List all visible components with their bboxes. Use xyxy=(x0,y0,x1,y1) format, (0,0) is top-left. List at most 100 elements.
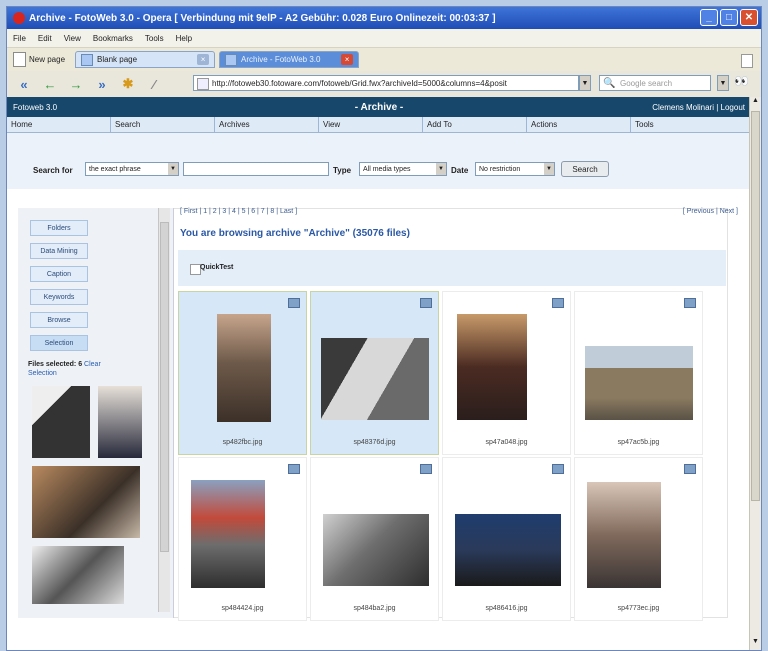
menu-view[interactable]: View xyxy=(319,117,423,132)
preview-icon[interactable] xyxy=(684,298,696,308)
search-dropdown-icon[interactable]: ▼ xyxy=(717,75,729,91)
menu-actions[interactable]: Actions xyxy=(527,117,631,132)
sidebar-browse[interactable]: Browse xyxy=(30,312,88,328)
sidebar-selection[interactable]: Selection xyxy=(30,335,88,351)
tab-archive[interactable]: Archive - FotoWeb 3.0 × xyxy=(219,51,360,68)
scroll-up-icon[interactable]: ▲ xyxy=(750,97,761,109)
thumbnail-cell[interactable]: sp48376d.jpg xyxy=(310,291,439,455)
search-field[interactable]: 🔍 Google search xyxy=(599,75,711,91)
previous-next-links[interactable]: [ Previous | Next ] xyxy=(683,208,738,215)
preview-icon[interactable] xyxy=(552,298,564,308)
menu-bookmarks[interactable]: Bookmarks xyxy=(93,34,133,43)
preview-icon[interactable] xyxy=(288,298,300,308)
new-page-label: New page xyxy=(29,55,66,64)
menu-help[interactable]: Help xyxy=(176,34,192,43)
selection-thumbnail[interactable] xyxy=(32,466,140,538)
preview-icon[interactable] xyxy=(684,464,696,474)
menu-home[interactable]: Home xyxy=(7,117,111,132)
tab-blank-page[interactable]: Blank page × xyxy=(75,51,216,68)
thumbnail-image[interactable] xyxy=(587,482,661,588)
new-page-button[interactable]: New page xyxy=(13,52,65,67)
preview-icon[interactable] xyxy=(552,464,564,474)
sidebar-data-mining[interactable]: Data Mining xyxy=(30,243,88,259)
sidebar-scrollbar[interactable] xyxy=(158,208,170,612)
sidebar-keywords[interactable]: Keywords xyxy=(30,289,88,305)
menu-add-to[interactable]: Add To xyxy=(423,117,527,132)
file-name[interactable]: sp47a048.jpg xyxy=(443,439,570,446)
reload-icon[interactable]: ✱ xyxy=(119,75,137,93)
close-button[interactable]: ✕ xyxy=(740,9,758,26)
thumbnail-cell[interactable]: sp47a048.jpg xyxy=(442,291,571,455)
thumbnail-cell[interactable]: sp47ac5b.jpg xyxy=(574,291,703,455)
file-name[interactable]: sp48376d.jpg xyxy=(311,439,438,446)
file-name[interactable]: sp47ac5b.jpg xyxy=(575,439,702,446)
thumbnail-image[interactable] xyxy=(455,514,561,586)
thumbnail-image[interactable] xyxy=(457,314,527,420)
thumbnail-image[interactable] xyxy=(323,514,429,586)
forward-arrow-icon[interactable]: → xyxy=(67,75,85,93)
thumbnail-image[interactable] xyxy=(585,346,693,420)
tab-label: Archive - FotoWeb 3.0 xyxy=(241,55,321,64)
thumbnail-image[interactable] xyxy=(217,314,271,422)
file-name[interactable]: sp4773ec.jpg xyxy=(575,605,702,612)
selection-thumbnail[interactable] xyxy=(98,386,142,458)
phrase-select[interactable]: the exact phrase ▼ xyxy=(85,162,179,176)
close-tab-icon[interactable]: × xyxy=(197,54,210,65)
sidebar: Folders Data Mining Caption Keywords Bro… xyxy=(18,208,174,618)
file-name[interactable]: sp482fbc.jpg xyxy=(179,439,306,446)
maximize-button[interactable]: □ xyxy=(720,9,738,26)
search-input[interactable] xyxy=(183,162,329,176)
thumbnail-cell[interactable]: sp484ba2.jpg xyxy=(310,457,439,621)
trash-icon[interactable] xyxy=(741,54,753,68)
phrase-value: the exact phrase xyxy=(89,165,141,173)
scroll-thumb[interactable] xyxy=(160,222,169,552)
address-field[interactable]: http://fotoweb30.fotoware.com/fotoweb/Gr… xyxy=(193,75,579,91)
menu-edit[interactable]: Edit xyxy=(38,34,52,43)
thumbnail-image[interactable] xyxy=(191,480,265,588)
menu-tools[interactable]: Tools xyxy=(631,117,751,132)
search-for-label: Search for xyxy=(33,166,73,175)
selection-info: Files selected: 6 Clear Selection xyxy=(28,360,128,378)
close-tab-icon[interactable]: × xyxy=(341,54,354,65)
back-icon[interactable]: « xyxy=(15,75,33,93)
file-name[interactable]: sp484ba2.jpg xyxy=(311,605,438,612)
thumbnail-cell[interactable]: sp486416.jpg xyxy=(442,457,571,621)
sidebar-folders[interactable]: Folders xyxy=(30,220,88,236)
file-name[interactable]: sp486416.jpg xyxy=(443,605,570,612)
search-bar: Search for the exact phrase ▼ Type All m… xyxy=(7,133,751,189)
selection-thumbnail[interactable] xyxy=(32,386,90,458)
sidebar-caption[interactable]: Caption xyxy=(30,266,88,282)
scroll-down-icon[interactable]: ▼ xyxy=(750,638,761,650)
preview-icon[interactable] xyxy=(420,464,432,474)
binoculars-icon[interactable]: 👀 xyxy=(734,74,749,88)
pagination[interactable]: [ First | 1 | 2 | 3 | 4 | 5 | 6 | 7 | 8 … xyxy=(180,208,297,215)
minimize-button[interactable]: _ xyxy=(700,9,718,26)
search-placeholder: Google search xyxy=(620,78,673,88)
search-button[interactable]: Search xyxy=(561,161,609,177)
scroll-thumb[interactable] xyxy=(751,111,760,501)
selection-thumbnail[interactable] xyxy=(32,546,124,604)
date-select[interactable]: No restriction ▼ xyxy=(475,162,555,176)
thumbnail-image[interactable] xyxy=(321,338,429,420)
preview-icon[interactable] xyxy=(420,298,432,308)
preview-icon[interactable] xyxy=(288,464,300,474)
edit-icon[interactable]: ⁄ xyxy=(145,75,163,93)
thumbnail-cell[interactable]: sp484424.jpg xyxy=(178,457,307,621)
thumbnail-cell[interactable]: sp4773ec.jpg xyxy=(574,457,703,621)
menu-archives[interactable]: Archives xyxy=(215,117,319,132)
back-arrow-icon[interactable]: ← xyxy=(41,75,59,93)
quicktest-label: QuickTest xyxy=(200,264,234,271)
menu-view[interactable]: View xyxy=(64,34,81,43)
fast-forward-icon[interactable]: » xyxy=(93,75,111,93)
file-name[interactable]: sp484424.jpg xyxy=(179,605,306,612)
page-scrollbar[interactable]: ▲ ▼ xyxy=(749,97,761,650)
type-select[interactable]: All media types ▼ xyxy=(359,162,447,176)
menu-tools[interactable]: Tools xyxy=(145,34,164,43)
selection-word: Selection xyxy=(28,370,57,377)
menu-search[interactable]: Search xyxy=(111,117,215,132)
search-icon: 🔍 xyxy=(603,78,616,89)
thumbnail-cell[interactable]: sp482fbc.jpg xyxy=(178,291,307,455)
address-dropdown-icon[interactable]: ▼ xyxy=(579,75,591,91)
tab-label: Blank page xyxy=(97,55,138,64)
menu-file[interactable]: File xyxy=(13,34,26,43)
